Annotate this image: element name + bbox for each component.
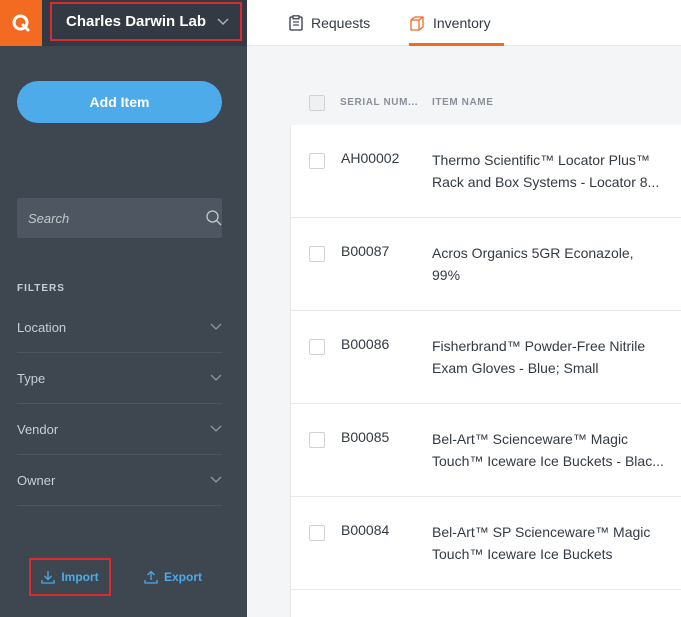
serial-number: AH00002	[341, 150, 400, 166]
table-row[interactable]: B00084 Bel-Art™ SP Scienceware™ Magic To…	[291, 497, 681, 590]
top-tab-bar: Requests Inventory	[247, 0, 681, 46]
item-name: Bel-Art™ SP Scienceware™ Magic Touch™ Ic…	[432, 521, 670, 565]
chevron-down-icon	[217, 18, 229, 26]
search-input[interactable]	[17, 198, 206, 238]
import-label: Import	[61, 570, 99, 584]
box-icon	[410, 16, 424, 31]
search-icon[interactable]	[206, 210, 222, 226]
table-row[interactable]: B00087 Acros Organics 5GR Econazole, 99%	[291, 218, 681, 311]
export-label: Export	[163, 570, 202, 584]
row-checkbox[interactable]	[309, 339, 325, 355]
upload-icon	[144, 570, 158, 584]
item-name-line: Thermo Scientific™ Locator Plus™	[432, 152, 650, 168]
filter-type[interactable]: Type	[17, 353, 222, 404]
filter-label: Vendor	[17, 421, 59, 437]
serial-number: B00087	[341, 243, 390, 259]
search-box	[17, 198, 222, 238]
download-icon	[41, 571, 55, 584]
quartzy-logo-icon	[12, 14, 30, 32]
org-bar: Charles Darwin Lab	[42, 0, 247, 46]
serial-number: B00085	[341, 429, 390, 445]
column-header-serial[interactable]: SERIAL NUM...	[340, 97, 418, 108]
item-name-line: Fisherbrand™ Powder-Free Nitrile	[432, 338, 646, 354]
chevron-down-icon	[210, 425, 222, 433]
row-checkbox[interactable]	[309, 525, 325, 541]
item-name-line: Exam Gloves - Blue; Small	[432, 360, 599, 376]
item-name: Thermo Scientific™ Locator Plus™ Rack an…	[432, 149, 670, 193]
select-all-checkbox[interactable]	[309, 95, 325, 111]
tab-label: Inventory	[433, 15, 491, 31]
table-row[interactable]: B00085 Bel-Art™ Scienceware™ Magic Touch…	[291, 404, 681, 497]
tab-inventory[interactable]: Inventory	[409, 0, 504, 46]
chevron-down-icon	[210, 374, 222, 382]
sidebar: Charles Darwin Lab Add Item FILTERS Loca…	[0, 0, 247, 617]
serial-number: B00084	[341, 522, 390, 538]
tab-label: Requests	[311, 15, 371, 31]
filter-location[interactable]: Location	[17, 302, 222, 353]
item-name: Bel-Art™ Scienceware™ Magic Touch™ Icewa…	[432, 428, 670, 472]
item-name-line: Rack and Box Systems - Locator 8...	[432, 174, 660, 190]
inventory-table: AH00002 Thermo Scientific™ Locator Plus™…	[290, 125, 681, 617]
filter-owner[interactable]: Owner	[17, 455, 222, 506]
table-row[interactable]: AH00002 Thermo Scientific™ Locator Plus™…	[291, 125, 681, 218]
row-checkbox[interactable]	[309, 246, 325, 262]
filter-label: Owner	[17, 472, 56, 488]
serial-number: B00086	[341, 336, 390, 352]
item-name-line: Bel-Art™ Scienceware™ Magic	[432, 431, 629, 447]
item-name-line: Touch™ Iceware Ice Buckets	[432, 546, 613, 562]
clipboard-icon	[289, 15, 303, 31]
app-logo[interactable]	[0, 0, 42, 46]
item-name-line: Bel-Art™ SP Scienceware™ Magic	[432, 524, 651, 540]
tab-requests[interactable]: Requests	[289, 0, 370, 46]
filters-heading: FILTERS	[17, 283, 65, 294]
item-name: Acros Organics 5GR Econazole, 99%	[432, 242, 670, 286]
active-tab-indicator	[409, 43, 504, 46]
item-name-line: Acros Organics 5GR Econazole,	[432, 245, 634, 261]
export-button[interactable]: Export	[136, 558, 210, 596]
row-checkbox[interactable]	[309, 432, 325, 448]
filter-label: Type	[17, 370, 46, 386]
chevron-down-icon	[210, 476, 222, 484]
org-switcher[interactable]: Charles Darwin Lab	[50, 2, 242, 41]
filter-label: Location	[17, 319, 67, 335]
item-name-line: Touch™ Iceware Ice Buckets - Blac...	[432, 453, 664, 469]
chevron-down-icon	[210, 323, 222, 331]
column-header-item-name[interactable]: ITEM NAME	[432, 97, 494, 108]
import-button[interactable]: Import	[29, 558, 111, 596]
item-name-line: 99%	[432, 267, 461, 283]
row-checkbox[interactable]	[309, 153, 325, 169]
item-name: Fisherbrand™ Powder-Free Nitrile Exam Gl…	[432, 335, 670, 379]
org-name: Charles Darwin Lab	[66, 13, 207, 30]
table-row[interactable]: B00086 Fisherbrand™ Powder-Free Nitrile …	[291, 311, 681, 404]
add-item-button[interactable]: Add Item	[17, 81, 222, 123]
filter-vendor[interactable]: Vendor	[17, 404, 222, 455]
